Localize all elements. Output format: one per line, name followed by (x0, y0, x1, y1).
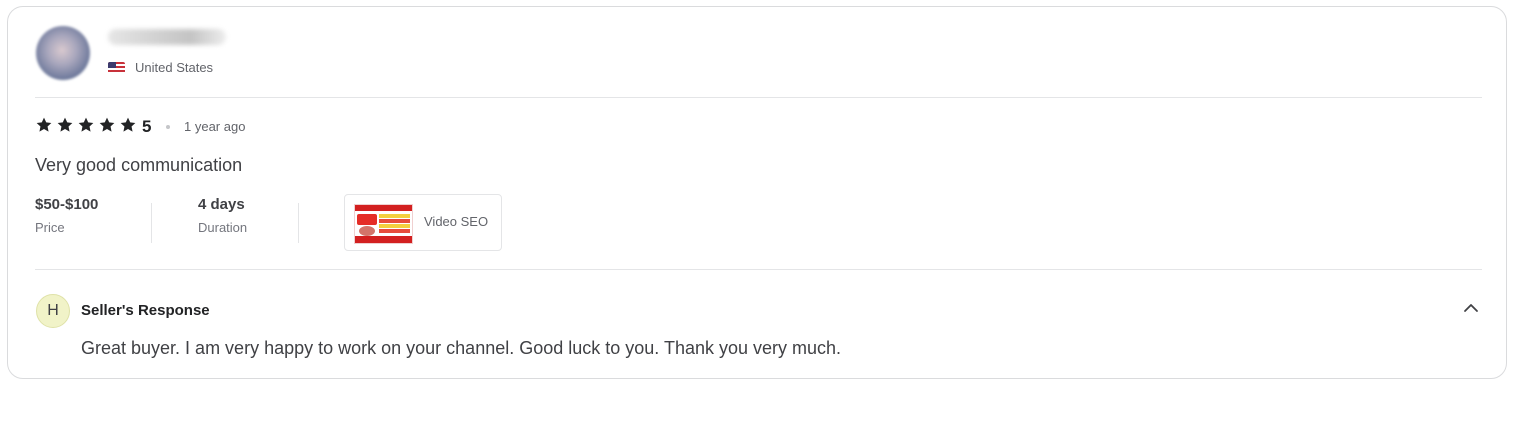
reviewer-avatar[interactable] (36, 26, 90, 80)
review-card: United States 5 1 year ago Very good com… (7, 6, 1507, 379)
chevron-up-icon[interactable] (1461, 298, 1481, 318)
review-time: 1 year ago (184, 119, 246, 134)
review-text: Very good communication (35, 155, 243, 175)
seller-avatar: H (36, 294, 70, 328)
meta-divider (151, 203, 152, 243)
reviewer-username-blurred[interactable] (108, 29, 226, 45)
price-value: $50-$100 (35, 196, 99, 213)
seller-response-text: Great buyer. I am very happy to work on … (81, 338, 842, 358)
star-icon (78, 117, 94, 132)
reviewer-country: United States (135, 60, 214, 75)
star-rating (35, 116, 137, 134)
price-label: Price (35, 220, 65, 235)
rating-value: 5 (142, 117, 152, 136)
star-icon (120, 117, 136, 132)
star-icon (99, 117, 115, 132)
star-icon (57, 117, 73, 132)
gig-link[interactable]: Video SEO (344, 194, 502, 251)
meta-divider (298, 203, 299, 243)
duration-value: 4 days (198, 196, 245, 213)
duration-label: Duration (198, 220, 248, 235)
gig-thumbnail (354, 204, 413, 244)
star-icon (36, 117, 52, 132)
seller-response-title: Seller's Response (81, 302, 210, 319)
us-flag-icon (108, 62, 125, 74)
response-divider (35, 269, 1482, 270)
separator-dot (166, 125, 170, 129)
gig-title: Video SEO (424, 214, 489, 229)
header-divider (35, 97, 1482, 98)
